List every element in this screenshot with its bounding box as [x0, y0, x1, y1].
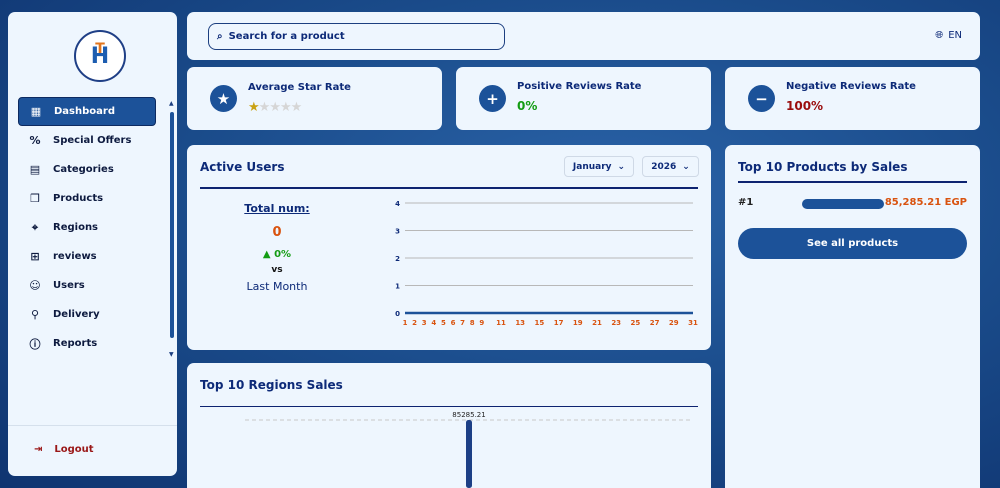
- sidebar-item-label: Categories: [53, 164, 114, 175]
- sidebar-item-products[interactable]: ❒ Products: [18, 184, 156, 213]
- y-tick-label: 1: [395, 283, 400, 291]
- x-tick-label: 23: [611, 319, 621, 327]
- sidebar-item-label: Delivery: [53, 309, 100, 320]
- globe-icon: 🌐︎: [935, 30, 944, 41]
- product-rank: #1: [738, 197, 754, 208]
- y-tick-label: 4: [395, 200, 400, 208]
- y-tick-label: 3: [395, 228, 400, 236]
- x-tick-label: 1: [403, 319, 408, 327]
- review-icon: ⊞: [30, 250, 40, 263]
- sidebar-item-label: Regions: [53, 222, 99, 233]
- x-tick-label: 15: [535, 319, 545, 327]
- product-sales-value: 85,285.21 EGP: [884, 197, 967, 208]
- regions-sales-chart: 85285.21: [245, 411, 692, 488]
- divider: [738, 181, 967, 183]
- active-users-chart: 012341 2 3 4 5 6 7 8 9 11 13 15 17 19 21 23 25 27 29 31: [395, 200, 698, 327]
- sidebar-nav: ▦ Dashboard% Special Offers ▤ Categories ❒ Pro…: [18, 97, 156, 358]
- x-tick-label: 8: [470, 319, 475, 327]
- star-empty-icon: ★: [258, 100, 271, 115]
- positive-reviews-card: + Positive Reviews Rate 0%: [456, 67, 711, 130]
- product-sales-bar: [802, 199, 884, 209]
- sidebar-scrollbar[interactable]: ▲ ▼: [169, 100, 175, 358]
- y-tick-label: 2: [395, 255, 400, 263]
- bike-icon: ⚲: [30, 308, 40, 321]
- grid-icon: ▦: [30, 105, 42, 118]
- minus-icon: −: [748, 85, 775, 112]
- x-tick-label: 3: [422, 319, 427, 327]
- star-rating: ★★★★★: [248, 100, 303, 115]
- search-input[interactable]: ⌕ Search for a product: [208, 23, 505, 50]
- star-empty-icon: ★: [269, 100, 281, 115]
- sidebar-item-dashboard[interactable]: ▦ Dashboard: [18, 97, 156, 126]
- top-products-card: Top 10 Products by Sales #1 85,285.21 EG…: [725, 145, 980, 488]
- bar-data-label: 85285.21: [452, 411, 485, 419]
- divider: [8, 425, 177, 426]
- x-tick-label: 9: [479, 319, 484, 327]
- sidebar-item-delivery[interactable]: ⚲ Delivery: [18, 300, 156, 329]
- pharmacy-logo: TH: [74, 30, 126, 82]
- x-tick-label: 25: [631, 319, 641, 327]
- sidebar-item-label: Reports: [53, 338, 98, 349]
- x-tick-label: 7: [460, 319, 465, 327]
- x-tick-label: 21: [592, 319, 602, 327]
- star-icon: ★: [210, 85, 237, 112]
- x-tick-label: 27: [650, 319, 660, 327]
- box-icon: ❒: [30, 192, 40, 205]
- y-tick-label: 0: [395, 310, 400, 318]
- x-tick-label: 29: [669, 319, 679, 327]
- sidebar: TH ▦ Dashboard% Special Offers ▤ Categories ❒…: [8, 12, 177, 476]
- x-tick-label: 5: [441, 319, 446, 327]
- sidebar-item-users[interactable]: ☺ Users: [18, 271, 156, 300]
- sidebar-item-reports[interactable]: ⓘ Reports: [18, 329, 156, 358]
- map-icon: ⌖: [31, 220, 39, 234]
- x-tick-label: 6: [451, 319, 456, 327]
- language-selector[interactable]: 🌐︎ EN: [935, 30, 962, 41]
- logout-button[interactable]: ⇥ Logout: [34, 444, 94, 455]
- x-tick-label: 11: [496, 319, 506, 327]
- x-tick-label: 2: [412, 319, 417, 327]
- sidebar-item-regions[interactable]: ⌖ Regions: [18, 213, 156, 242]
- star-filled-icon: ★: [248, 100, 260, 115]
- sidebar-item-special-offers[interactable]: % Special Offers: [18, 126, 156, 155]
- x-tick-label: 17: [554, 319, 564, 327]
- top-regions-card: Top 10 Regions Sales 85285.21: [187, 363, 711, 488]
- info-icon: ⓘ: [29, 337, 41, 351]
- sidebar-item-reviews[interactable]: ⊞ reviews: [18, 242, 156, 271]
- logout-icon: ⇥: [34, 444, 43, 455]
- categories-icon: ▤: [29, 163, 41, 176]
- plus-icon: +: [479, 85, 506, 112]
- negative-reviews-card: − Negative Reviews Rate 100%: [725, 67, 980, 130]
- star-empty-icon: ★: [290, 100, 303, 115]
- percent-icon: %: [29, 134, 41, 147]
- sidebar-item-label: Dashboard: [54, 106, 115, 117]
- region-bar: [466, 420, 472, 488]
- active-users-card: Active Users January ⌄ 2026 ⌄ Total num: 0…: [187, 145, 711, 350]
- search-icon: ⌕: [217, 31, 223, 42]
- x-tick-label: 19: [573, 319, 583, 327]
- product-row: #1 85,285.21 EGP: [738, 197, 967, 211]
- see-all-products-button[interactable]: See all products: [738, 228, 967, 259]
- x-tick-label: 4: [431, 319, 436, 327]
- sidebar-item-categories[interactable]: ▤ Categories: [18, 155, 156, 184]
- sidebar-item-label: Products: [53, 193, 104, 204]
- star-empty-icon: ★: [279, 100, 292, 115]
- x-tick-label: 31: [688, 319, 698, 327]
- top-bar: ⌕ Search for a product 🌐︎ EN: [187, 12, 980, 60]
- sidebar-item-label: reviews: [53, 251, 97, 262]
- sidebar-item-label: Users: [53, 280, 85, 291]
- users-icon: ☺: [29, 279, 41, 292]
- sidebar-item-label: Special Offers: [53, 135, 132, 146]
- average-star-card: ★ Average Star Rate ★★★★★: [187, 67, 442, 130]
- x-tick-label: 13: [515, 319, 525, 327]
